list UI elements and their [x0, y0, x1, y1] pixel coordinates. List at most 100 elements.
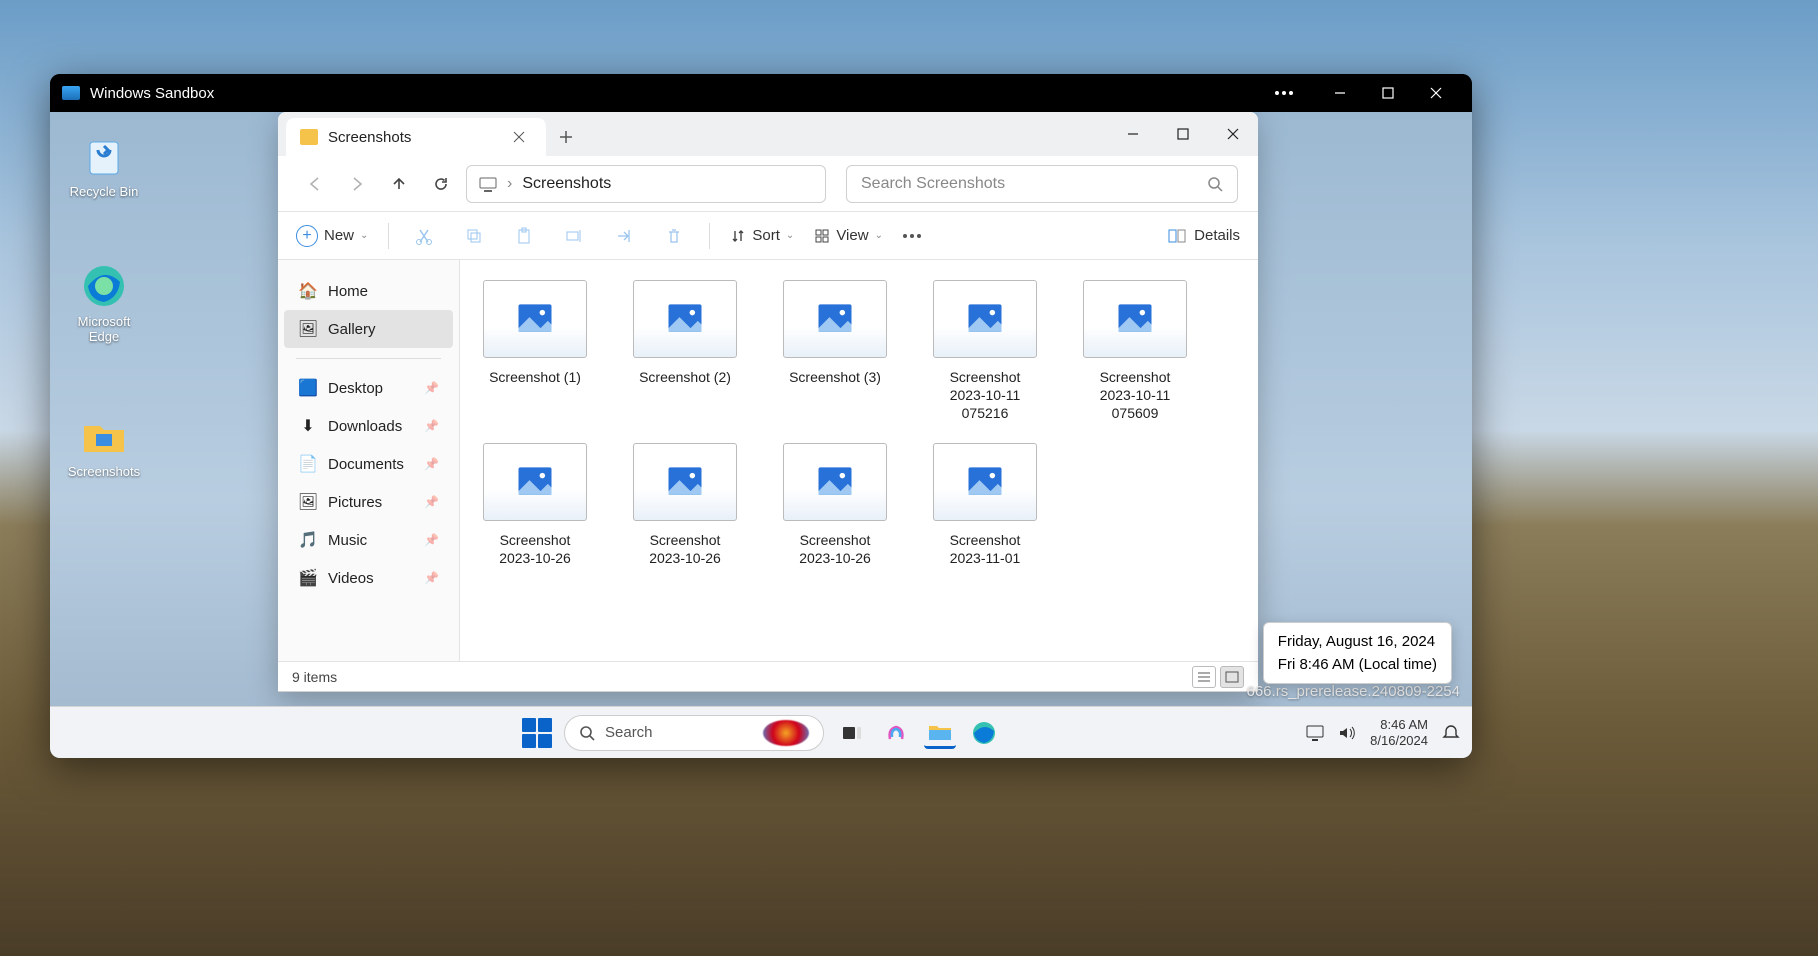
details-button[interactable]: Details: [1168, 227, 1240, 244]
desktop-icon-label: Microsoft Edge: [62, 314, 146, 344]
start-button[interactable]: [522, 718, 552, 748]
file-item[interactable]: Screenshot 2023-10-11 075609: [1080, 280, 1190, 423]
sidebar-item-label: Documents: [328, 456, 404, 473]
explorer-maximize-button[interactable]: [1158, 112, 1208, 156]
sidebar-item-downloads[interactable]: ⬇Downloads📌: [284, 407, 453, 445]
rename-button[interactable]: [559, 227, 589, 245]
explorer-sidebar[interactable]: 🏠Home🖼Gallery 🟦Desktop📌⬇Downloads📌📄Docum…: [278, 260, 460, 661]
sandbox-window: Windows Sandbox Recycle Bin Microsoft Ed…: [50, 74, 1472, 758]
desktop-icon-label: Screenshots: [62, 464, 146, 479]
taskbar-search[interactable]: Search: [564, 715, 824, 751]
image-icon: [933, 280, 1037, 358]
file-grid[interactable]: Screenshot (1) Screenshot (2) Screenshot (…: [460, 260, 1258, 661]
new-button[interactable]: +New⌄: [296, 225, 368, 247]
explorer-toolbar: +New⌄ Sort⌄ View⌄ Details: [278, 212, 1258, 260]
sidebar-item-pictures[interactable]: 🖼Pictures📌: [284, 483, 453, 521]
minimize-button[interactable]: [1316, 74, 1364, 112]
notifications-icon[interactable]: [1442, 724, 1460, 742]
build-text: 666.rs_prerelease.240809-2254: [1247, 683, 1461, 700]
search-highlight-icon: [763, 720, 809, 746]
forward-button[interactable]: [340, 167, 374, 201]
tab-title: Screenshots: [328, 129, 411, 146]
delete-button[interactable]: [659, 227, 689, 245]
file-label: Screenshot 2023-10-26: [630, 531, 740, 567]
file-label: Screenshot 2023-11-01: [930, 531, 1040, 567]
taskview-button[interactable]: [836, 717, 868, 749]
refresh-button[interactable]: [424, 167, 458, 201]
breadcrumb[interactable]: Screenshots: [522, 175, 611, 193]
sandbox-desktop[interactable]: Recycle Bin Microsoft Edge Screenshots S…: [50, 112, 1472, 758]
image-icon: [933, 443, 1037, 521]
pc-icon: [479, 176, 497, 192]
maximize-button[interactable]: [1364, 74, 1412, 112]
more-icon[interactable]: [1260, 74, 1308, 112]
file-item[interactable]: Screenshot 2023-10-26: [480, 443, 590, 567]
file-item[interactable]: Screenshot 2023-11-01: [930, 443, 1040, 567]
sort-button[interactable]: Sort⌄: [730, 227, 794, 244]
image-icon: [783, 443, 887, 521]
tab-close-button[interactable]: [506, 124, 532, 150]
sandbox-titlebar[interactable]: Windows Sandbox: [50, 74, 1472, 112]
desktop-icon-edge[interactable]: Microsoft Edge: [62, 262, 146, 344]
tab-screenshots[interactable]: Screenshots: [286, 118, 546, 156]
chevron-right-icon: ›: [507, 175, 512, 193]
view-button[interactable]: View⌄: [814, 227, 883, 244]
edge-taskbar-button[interactable]: [968, 717, 1000, 749]
explorer-tabs: Screenshots: [278, 112, 1258, 156]
file-label: Screenshot (1): [480, 368, 590, 386]
up-button[interactable]: [382, 167, 416, 201]
sidebar-item-label: Downloads: [328, 418, 402, 435]
pin-icon: 📌: [424, 381, 439, 395]
pin-icon: 📌: [424, 533, 439, 547]
sidebar-item-home[interactable]: 🏠Home: [284, 272, 453, 310]
tooltip-time: Fri 8:46 AM (Local time): [1278, 656, 1437, 673]
explorer-taskbar-button[interactable]: [924, 717, 956, 749]
gallery-icon: 🖼: [298, 319, 318, 339]
share-button[interactable]: [609, 227, 639, 245]
explorer-minimize-button[interactable]: [1108, 112, 1158, 156]
search-label: Search: [605, 724, 653, 741]
pin-icon: 📌: [424, 419, 439, 433]
file-item[interactable]: Screenshot 2023-10-26: [630, 443, 740, 567]
sound-icon[interactable]: [1338, 725, 1356, 741]
view-thumbs-button[interactable]: [1220, 666, 1244, 688]
view-list-button[interactable]: [1192, 666, 1216, 688]
new-tab-button[interactable]: [546, 118, 586, 156]
sidebar-item-label: Videos: [328, 570, 374, 587]
sidebar-item-music[interactable]: 🎵Music📌: [284, 521, 453, 559]
pin-icon: 📌: [424, 495, 439, 509]
sidebar-item-documents[interactable]: 📄Documents📌: [284, 445, 453, 483]
cut-button[interactable]: [409, 227, 439, 245]
file-item[interactable]: Screenshot 2023-10-26: [780, 443, 890, 567]
close-button[interactable]: [1412, 74, 1460, 112]
status-text: 9 items: [292, 669, 337, 685]
file-item[interactable]: Screenshot (2): [630, 280, 740, 423]
file-item[interactable]: Screenshot 2023-10-11 075216: [930, 280, 1040, 423]
copilot-button[interactable]: [880, 717, 912, 749]
tooltip-date: Friday, August 16, 2024: [1278, 633, 1437, 650]
taskbar[interactable]: Search 8:46 AM 8/16/2024: [50, 706, 1472, 758]
file-label: Screenshot (2): [630, 368, 740, 386]
sidebar-item-videos[interactable]: 🎬Videos📌: [284, 559, 453, 597]
explorer-close-button[interactable]: [1208, 112, 1258, 156]
copy-button[interactable]: [459, 227, 489, 245]
more-button[interactable]: [903, 234, 921, 238]
sidebar-item-label: Music: [328, 532, 367, 549]
display-icon[interactable]: [1306, 725, 1324, 741]
address-bar[interactable]: › Screenshots: [466, 165, 826, 203]
file-item[interactable]: Screenshot (3): [780, 280, 890, 423]
search-box[interactable]: [846, 165, 1238, 203]
desktop-icon-label: Recycle Bin: [62, 184, 146, 199]
search-input[interactable]: [861, 175, 1207, 193]
back-button[interactable]: [298, 167, 332, 201]
desktop-icon-recycle-bin[interactable]: Recycle Bin: [62, 132, 146, 199]
search-icon: [1207, 176, 1223, 192]
desktop-icon-screenshots[interactable]: Screenshots: [62, 412, 146, 479]
file-label: Screenshot 2023-10-11 075609: [1080, 368, 1190, 423]
paste-button[interactable]: [509, 227, 539, 245]
taskbar-clock[interactable]: 8:46 AM 8/16/2024: [1370, 717, 1428, 748]
sidebar-item-label: Gallery: [328, 321, 376, 338]
sidebar-item-desktop[interactable]: 🟦Desktop📌: [284, 369, 453, 407]
file-item[interactable]: Screenshot (1): [480, 280, 590, 423]
sidebar-item-gallery[interactable]: 🖼 Gallery: [284, 310, 453, 348]
